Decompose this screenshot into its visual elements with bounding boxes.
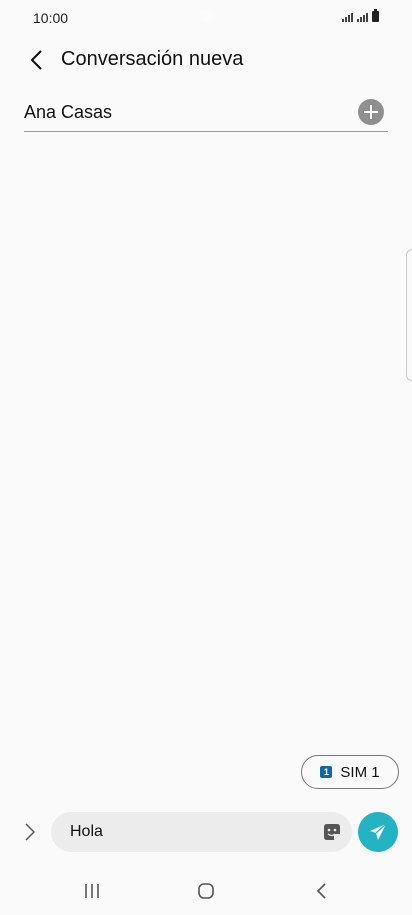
signal-icon xyxy=(357,13,368,22)
app-header: Conversación nueva xyxy=(0,40,412,80)
status-time: 10:00 xyxy=(33,10,69,26)
home-button[interactable] xyxy=(197,882,215,905)
recipient-name[interactable]: Ana Casas xyxy=(24,102,112,123)
recipient-field[interactable]: Ana Casas xyxy=(24,95,388,132)
compose-bar: Hola xyxy=(0,810,412,854)
send-icon xyxy=(370,823,387,840)
message-input[interactable]: Hola xyxy=(51,812,352,852)
status-bar: 10:00 xyxy=(0,0,412,36)
nav-back-icon xyxy=(316,883,326,899)
page-title: Conversación nueva xyxy=(61,48,244,70)
battery-icon xyxy=(372,9,379,22)
navigation-bar xyxy=(0,870,412,915)
status-icons xyxy=(342,9,379,22)
message-text[interactable]: Hola xyxy=(70,823,103,841)
chevron-right-icon xyxy=(25,823,35,841)
home-icon xyxy=(198,883,214,899)
arrow-back-icon xyxy=(30,50,42,70)
sim-card-icon: 1 xyxy=(320,766,333,778)
sim-select-button[interactable]: 1 SIM 1 xyxy=(301,755,399,789)
sticker-button[interactable] xyxy=(322,822,342,842)
nav-back-button[interactable] xyxy=(313,882,331,905)
back-button[interactable] xyxy=(22,46,50,74)
edge-panel-handle[interactable] xyxy=(406,249,412,381)
send-button[interactable] xyxy=(358,812,398,852)
recent-apps-icon xyxy=(85,884,99,898)
camera-cutout xyxy=(199,10,213,22)
sticker-icon xyxy=(324,824,340,840)
signal-icon xyxy=(342,13,353,22)
sim-label: SIM 1 xyxy=(340,763,380,781)
add-recipient-button[interactable] xyxy=(358,99,384,125)
recent-apps-button[interactable] xyxy=(83,882,101,905)
expand-options-button[interactable] xyxy=(20,818,40,846)
